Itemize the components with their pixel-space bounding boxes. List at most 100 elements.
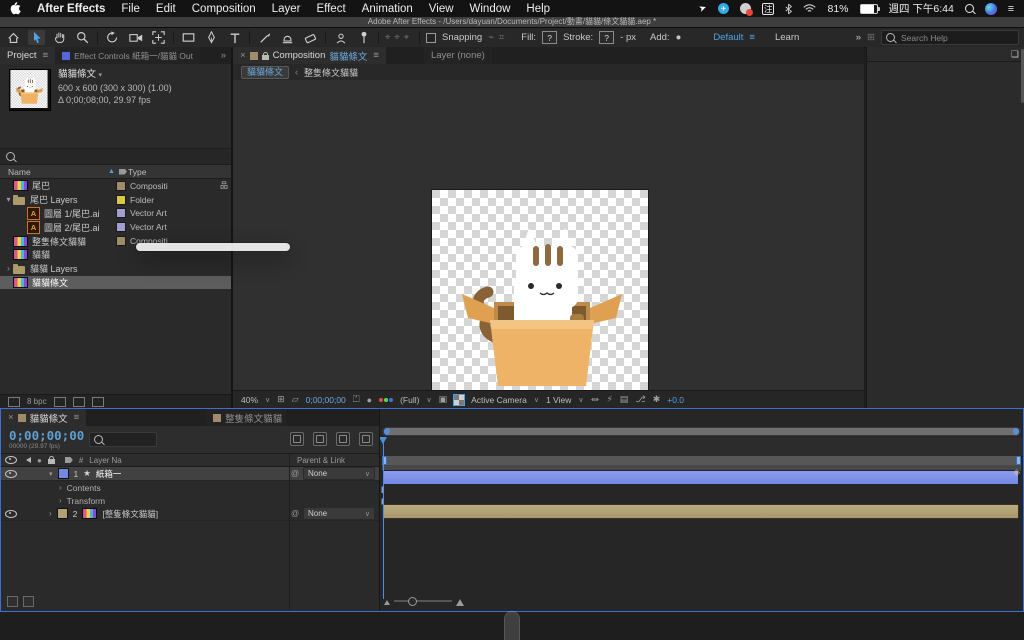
frame-blending-icon[interactable]	[336, 432, 350, 446]
grid-guides-icon[interactable]: ⊞	[277, 394, 285, 405]
menu-after-effects[interactable]: After Effects	[37, 3, 105, 15]
label-column-icon[interactable]	[119, 168, 127, 175]
playhead[interactable]	[380, 437, 387, 599]
chevron-right-icon[interactable]: ›	[59, 483, 62, 492]
control-center-icon[interactable]: ≡	[1008, 3, 1014, 15]
timeline-zoom-control[interactable]	[384, 595, 464, 606]
channel-icon[interactable]	[379, 397, 394, 402]
audio-column-icon[interactable]	[23, 457, 31, 463]
number-column[interactable]: #	[79, 456, 83, 465]
preview-timecode[interactable]: 0;00;00;00	[306, 395, 346, 405]
layer-row-2[interactable]: › 2 [整隻條文貓貓] @ None ∨	[1, 507, 379, 521]
composition-viewer[interactable]	[233, 80, 864, 411]
lock-icon[interactable]	[261, 51, 269, 60]
breadcrumb-parent[interactable]: 整隻條文貓貓	[304, 66, 358, 79]
resolution-value[interactable]: (Full)	[400, 395, 419, 405]
input-method-icon[interactable]: 注	[761, 2, 775, 15]
workspace-bar-icon[interactable]: ⊞	[867, 32, 875, 43]
camera-tool[interactable]	[127, 30, 144, 45]
panel-menu-icon[interactable]: ≡	[373, 50, 379, 61]
project-row[interactable]: 貓貓條文	[0, 275, 231, 290]
rotation-tool[interactable]	[104, 30, 121, 45]
layer-row-1[interactable]: ▾ 1 ★ 紙箱一 @ None ∨	[1, 467, 379, 481]
layer-1-transform-row[interactable]: › Transform	[1, 494, 379, 507]
type-swatch[interactable]	[116, 222, 126, 233]
project-row[interactable]: ▾ 尾巴 Layers Folder	[0, 193, 231, 207]
sort-arrow-icon[interactable]: ▲	[108, 168, 115, 175]
zoom-out-icon[interactable]	[384, 597, 390, 605]
layer-name[interactable]: [整隻條文貓貓]	[102, 508, 158, 520]
workspace-overflow[interactable]: »	[856, 32, 861, 43]
show-snapshot-icon[interactable]: ●	[367, 395, 372, 405]
video-column-icon[interactable]	[5, 456, 17, 464]
location-icon[interactable]: ➤	[698, 2, 709, 15]
new-composition-icon[interactable]	[72, 396, 85, 407]
project-row[interactable]: › 貓貓 Layers	[0, 262, 231, 276]
timeline-button-icon[interactable]: ▤	[620, 394, 629, 405]
menu-edit[interactable]: Edit	[156, 3, 176, 15]
panel-menu-icon[interactable]: ≡	[74, 412, 80, 423]
project-item-thumbnail[interactable]	[9, 69, 51, 111]
chevron-right-icon[interactable]: ›	[4, 264, 13, 273]
project-bit-depth[interactable]: 8 bpc	[27, 397, 47, 406]
type-swatch[interactable]	[116, 194, 126, 205]
roto-brush-tool[interactable]	[332, 30, 349, 45]
reset-exposure-icon[interactable]: ✱	[653, 394, 661, 405]
project-search-input[interactable]	[19, 150, 225, 163]
menu-effect[interactable]: Effect	[316, 3, 345, 15]
hand-tool[interactable]	[51, 30, 68, 45]
layer-1-duration-bar[interactable]	[382, 470, 1019, 485]
close-icon[interactable]: ×	[8, 412, 14, 423]
screen-record-icon[interactable]	[739, 3, 753, 16]
eraser-tool[interactable]	[302, 30, 319, 45]
breadcrumb-current[interactable]: 貓貓條文	[241, 65, 290, 79]
pixel-aspect-icon[interactable]: ⏛	[590, 393, 599, 406]
menu-window[interactable]: Window	[470, 3, 511, 15]
clone-stamp-tool[interactable]	[279, 30, 296, 45]
magnification-value[interactable]: 40%	[241, 395, 258, 405]
wifi-icon[interactable]	[803, 4, 817, 13]
menu-layer[interactable]: Layer	[272, 3, 301, 15]
project-row[interactable]: A 圖層 1/尾巴.ai Vector Art	[0, 206, 231, 221]
type-tool[interactable]	[226, 30, 243, 45]
lock-column-icon[interactable]	[47, 456, 55, 464]
menu-animation[interactable]: Animation	[362, 3, 413, 15]
siri-icon[interactable]	[984, 2, 997, 15]
timeline-nav-scrollbar[interactable]	[382, 427, 1021, 436]
workspace-menu-icon[interactable]: ≡	[749, 32, 755, 43]
eye-icon[interactable]	[5, 509, 17, 518]
eye-icon[interactable]	[5, 469, 17, 478]
learn-workspace[interactable]: Learn	[775, 32, 799, 43]
composition-marker-icon[interactable]: ◈	[1013, 467, 1020, 478]
tab-composition[interactable]: × Composition 貓貓條文 ≡	[233, 47, 386, 64]
view-layout-value[interactable]: 1 View	[546, 395, 571, 405]
menu-view[interactable]: View	[429, 3, 454, 15]
motion-blur-icon[interactable]	[359, 432, 373, 446]
current-timecode[interactable]: 0;00;00;00	[9, 428, 84, 443]
project-search[interactable]	[0, 149, 231, 165]
tab-timeline-comp[interactable]: × 貓貓條文 ≡	[1, 409, 87, 426]
chevron-right-icon[interactable]: ›	[49, 509, 52, 518]
delete-icon[interactable]	[91, 396, 104, 407]
bluetooth-icon[interactable]	[785, 3, 793, 15]
parent-link-column[interactable]: Parent & Link	[297, 456, 345, 465]
menu-help[interactable]: Help	[526, 3, 550, 15]
transparency-grid-icon[interactable]	[453, 393, 466, 406]
exposure-value[interactable]: +0.0	[667, 395, 684, 405]
fast-previews-icon[interactable]: ⚡	[606, 394, 612, 405]
draft3d-icon[interactable]	[313, 432, 327, 446]
parent-dropdown[interactable]: None ∨	[303, 467, 375, 480]
composition-mini-flowchart-icon[interactable]	[290, 432, 304, 446]
layer-color-chip[interactable]	[56, 508, 68, 519]
chevron-down-icon[interactable]: ▾	[4, 195, 13, 204]
tab-project[interactable]: Project ≡	[0, 47, 56, 64]
chevron-down-icon[interactable]: ▾	[49, 470, 53, 478]
menu-composition[interactable]: Composition	[192, 3, 256, 15]
puppet-pin-tool[interactable]	[355, 30, 372, 45]
zoom-slider-thumb[interactable]	[408, 596, 417, 606]
close-icon[interactable]: ×	[240, 50, 246, 61]
pickwhip-icon[interactable]: @	[291, 469, 299, 478]
type-swatch[interactable]	[116, 208, 126, 219]
flowchart-icon[interactable]: ⎇	[635, 394, 645, 405]
work-area-bar[interactable]	[382, 456, 1021, 465]
